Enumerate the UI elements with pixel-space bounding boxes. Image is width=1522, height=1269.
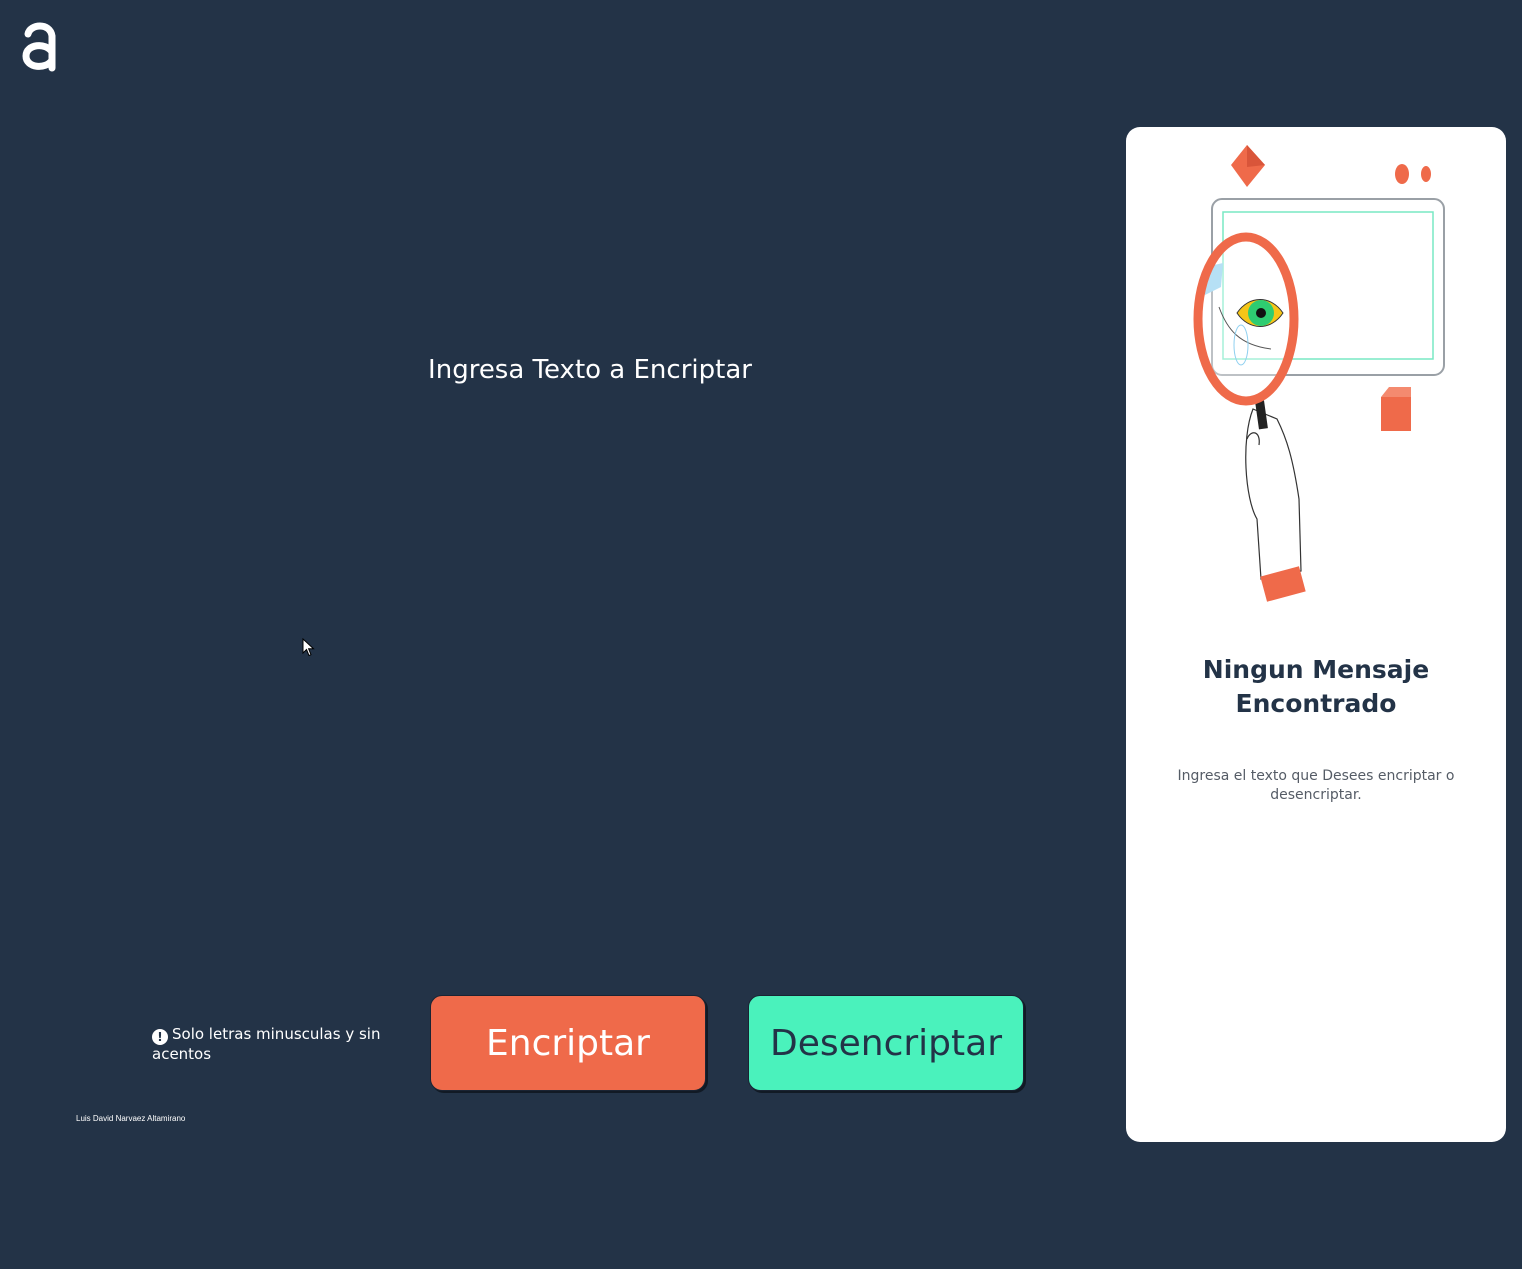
encrypt-button[interactable]: Encriptar [430, 995, 706, 1091]
input-hint: ! Solo letras minusculas y sin acentos [152, 1025, 402, 1064]
magnifying-glass-eye-illustration [1193, 145, 1445, 602]
text-input[interactable] [150, 355, 1030, 955]
no-message-title: Ningun Mensaje Encontrado [1202, 655, 1430, 718]
no-message-subtitle: Ingresa el texto que Desees encriptar o … [1177, 768, 1455, 803]
mouse-pointer-icon [302, 638, 315, 657]
exclamation-icon: ! [152, 1029, 168, 1045]
alura-logo-icon [22, 22, 56, 72]
hint-text: Solo letras minusculas y sin acentos [152, 1025, 381, 1063]
output-panel: Ningun Mensaje Encontrado Ingresa el tex… [1126, 127, 1506, 1142]
author-credit: Luis David Narvaez Altamirano [76, 1114, 186, 1123]
decrypt-button[interactable]: Desencriptar [748, 995, 1024, 1091]
